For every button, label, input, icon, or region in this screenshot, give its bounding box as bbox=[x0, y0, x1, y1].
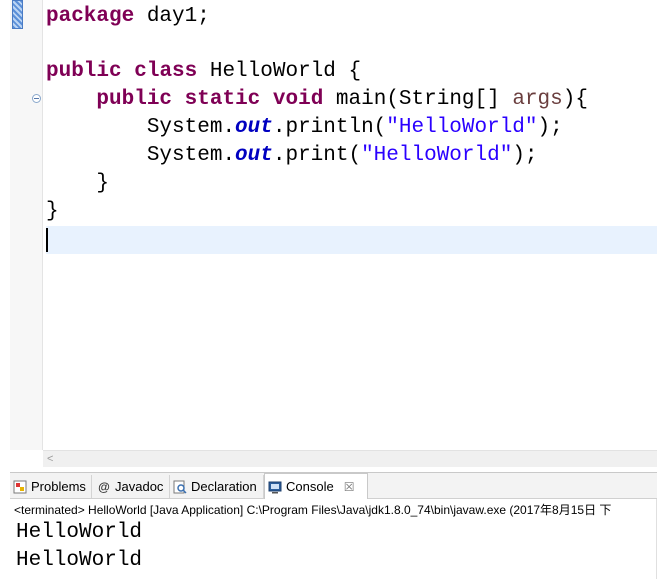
console-icon bbox=[268, 480, 282, 494]
editor-ruler bbox=[10, 0, 42, 450]
console-output[interactable]: HelloWorld HelloWorld bbox=[16, 519, 142, 575]
code-text: main(String[] bbox=[323, 88, 513, 111]
keyword: public bbox=[96, 88, 173, 111]
tab-label: Declaration bbox=[191, 479, 257, 494]
declaration-icon bbox=[173, 480, 187, 494]
tab-console[interactable]: Console ☒ bbox=[264, 473, 368, 499]
console-output-line: HelloWorld bbox=[16, 549, 143, 572]
tab-declaration[interactable]: Declaration bbox=[170, 475, 264, 498]
static-field: out bbox=[235, 116, 273, 139]
code-line-1: package day1; bbox=[46, 3, 210, 31]
text-caret bbox=[46, 228, 48, 252]
code-text: .println( bbox=[272, 116, 387, 139]
keyword: public bbox=[46, 60, 122, 83]
keyword: class bbox=[134, 60, 198, 83]
code-line-4: public static void main(String[] args){ bbox=[46, 86, 588, 114]
scroll-left-icon[interactable]: < bbox=[47, 451, 53, 467]
keyword: static bbox=[184, 88, 261, 111]
javadoc-at-icon: @ bbox=[98, 479, 110, 494]
keyword: package bbox=[46, 5, 135, 28]
code-text: System. bbox=[146, 144, 236, 167]
parameter-name: args bbox=[512, 88, 563, 111]
console-output-line: HelloWorld bbox=[16, 521, 143, 544]
tab-label: Problems bbox=[31, 479, 86, 494]
fold-collapse-icon[interactable] bbox=[32, 94, 41, 103]
code-line-3: public class HelloWorld { bbox=[46, 58, 361, 86]
bottom-views-panel: Problems @ Javadoc Declaration Console ☒… bbox=[10, 472, 657, 579]
code-text: ); bbox=[537, 116, 563, 139]
code-line-6: System.out.print("HelloWorld"); bbox=[46, 142, 538, 170]
view-tab-bar: Problems @ Javadoc Declaration Console ☒ bbox=[10, 473, 657, 499]
tab-label: Console bbox=[286, 479, 334, 494]
ruler-divider bbox=[42, 0, 43, 450]
problems-icon bbox=[13, 480, 27, 494]
code-text: ); bbox=[512, 144, 538, 167]
keyword: void bbox=[272, 88, 324, 111]
tab-label: Javadoc bbox=[115, 479, 164, 494]
code-editor[interactable]: package day1; public class HelloWorld { … bbox=[0, 0, 657, 472]
code-line-7: } bbox=[46, 172, 110, 195]
code-area[interactable]: package day1; public class HelloWorld { … bbox=[46, 0, 657, 322]
code-line-5: System.out.println("HelloWorld"); bbox=[46, 114, 563, 142]
tab-problems[interactable]: Problems bbox=[10, 475, 92, 498]
close-icon[interactable]: ☒ bbox=[344, 480, 355, 494]
code-text: System. bbox=[146, 116, 236, 139]
tab-javadoc[interactable]: @ Javadoc bbox=[94, 475, 170, 498]
horizontal-scrollbar[interactable]: < bbox=[43, 450, 657, 467]
code-text: .print( bbox=[272, 144, 362, 167]
code-text: ){ bbox=[562, 88, 588, 111]
overview-marker[interactable] bbox=[12, 0, 23, 29]
static-field: out bbox=[235, 144, 273, 167]
code-line-8: } bbox=[46, 200, 59, 223]
string-literal: "HelloWorld" bbox=[361, 144, 513, 167]
code-text: day1; bbox=[134, 5, 210, 28]
console-process-header: <terminated> HelloWorld [Java Applicatio… bbox=[14, 503, 612, 517]
code-text: HelloWorld { bbox=[197, 60, 362, 83]
string-literal: "HelloWorld" bbox=[386, 116, 538, 139]
